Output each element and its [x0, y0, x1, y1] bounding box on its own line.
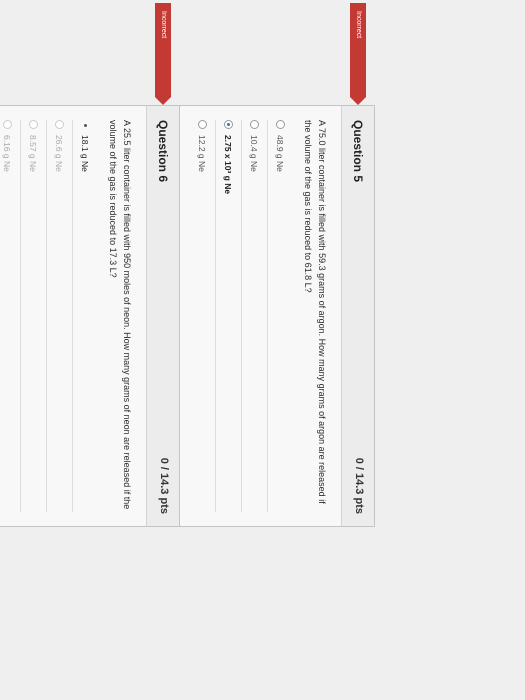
answer-label: 8.57 g Ne	[28, 135, 39, 172]
question-title: Question 6	[156, 120, 170, 183]
incorrect-badge: Incorrect	[155, 3, 171, 97]
question-card-6: Incorrect Question 6 0 / 14.3 pts A 25.5…	[0, 3, 180, 527]
quiz-results-page: Incorrect Question 5 0 / 14.3 pts A 75.0…	[0, 0, 525, 700]
question-points: 0 / 14.3 pts	[353, 457, 365, 514]
answer-label: 18.1 g Ne	[80, 135, 91, 172]
radio-selected-icon[interactable]	[224, 120, 233, 129]
answer-label: 10.4 g Ne	[249, 135, 260, 172]
answer-option-selected[interactable]: 2.75 x 10³ g Ne	[215, 120, 241, 512]
bullet-icon	[84, 124, 87, 127]
answer-label: 12.2 g Ne	[197, 135, 208, 172]
radio-icon[interactable]	[276, 120, 285, 129]
question-title: Question 5	[351, 120, 365, 183]
question-header: Question 6 0 / 14.3 pts	[146, 106, 179, 526]
answer-label: 48.9 g Ne	[275, 135, 286, 172]
answer-option[interactable]: 8.57 g Ne	[20, 120, 46, 512]
answer-option[interactable]: 12.2 g Ne	[190, 120, 215, 512]
radio-icon[interactable]	[55, 120, 64, 129]
question-text: A 75.0 liter container is filled with 59…	[303, 120, 327, 504]
radio-icon[interactable]	[250, 120, 259, 129]
answer-list: 18.1 g Ne 26.6 g Ne 8.57 g Ne 6.16 g Ne	[0, 120, 98, 512]
question-card-5: Incorrect Question 5 0 / 14.3 pts A 75.0…	[173, 3, 375, 527]
answer-option[interactable]: 26.6 g Ne	[46, 120, 72, 512]
answer-list: 48.9 g Ne 10.4 g Ne 2.75 x 10³ g Ne 12.2…	[190, 120, 293, 512]
question-header: Question 5 0 / 14.3 pts	[341, 106, 374, 526]
answer-option[interactable]: 18.1 g Ne	[72, 120, 98, 512]
question-text: A 25.5 liter container is filled with 95…	[108, 120, 132, 510]
question-points: 0 / 14.3 pts	[158, 457, 170, 514]
incorrect-badge: Incorrect	[350, 3, 366, 97]
radio-icon[interactable]	[198, 120, 207, 129]
answer-option[interactable]: 10.4 g Ne	[241, 120, 267, 512]
radio-icon[interactable]	[3, 120, 12, 129]
answer-option[interactable]: 6.16 g Ne	[0, 120, 20, 512]
answer-label: 26.6 g Ne	[54, 135, 65, 172]
answer-label: 2.75 x 10³ g Ne	[223, 135, 234, 195]
answer-label: 6.16 g Ne	[2, 135, 13, 172]
answer-option[interactable]: 48.9 g Ne	[267, 120, 293, 512]
radio-icon[interactable]	[29, 120, 38, 129]
